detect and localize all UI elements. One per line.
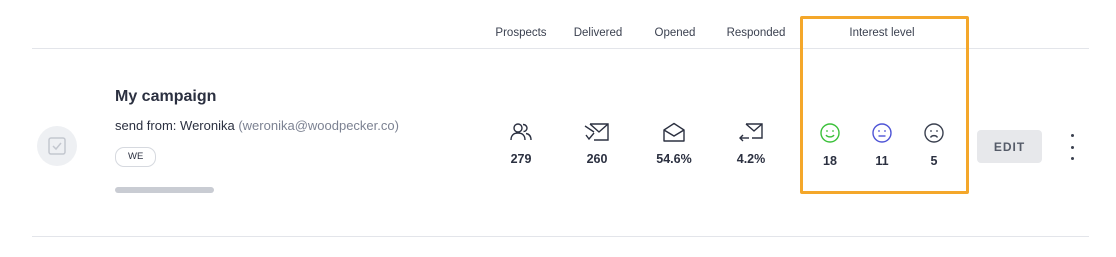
stat-responded-value: 4.2% (736, 152, 766, 166)
stat-prospects: 279 (481, 122, 561, 166)
campaign-progress-bar (115, 187, 214, 193)
users-icon (510, 123, 532, 141)
sender-name: Weronika (180, 118, 235, 133)
sender-prefix: send from: (115, 118, 181, 133)
campaign-tag[interactable]: WE (115, 147, 157, 167)
stat-delivered: 260 (557, 122, 637, 166)
checkbox-icon (48, 137, 66, 155)
stat-prospects-value: 279 (510, 152, 532, 166)
mail-reply-icon (739, 123, 763, 142)
more-vertical-icon[interactable] (1065, 134, 1079, 160)
column-header-prospects: Prospects (495, 27, 547, 39)
stat-opened: 54.6% (634, 122, 714, 166)
mail-delivered-icon (584, 123, 609, 141)
campaign-title[interactable]: My campaign (115, 88, 216, 106)
stat-opened-value: 54.6% (656, 152, 692, 166)
row-divider (32, 236, 1089, 237)
campaign-sender: send from: Weronika (weronika@woodpecker… (115, 118, 399, 133)
column-header-delivered: Delivered (573, 27, 623, 39)
sender-email: (weronika@woodpecker.co) (238, 118, 399, 133)
column-header-opened: Opened (654, 27, 696, 39)
stat-delivered-value: 260 (586, 152, 608, 166)
column-header-responded: Responded (726, 27, 786, 39)
edit-button[interactable]: EDIT (977, 130, 1042, 163)
interest-level-highlight (800, 16, 969, 194)
mail-open-icon (663, 122, 685, 142)
stat-responded: 4.2% (711, 122, 791, 166)
select-campaign-checkbox[interactable] (37, 126, 77, 166)
